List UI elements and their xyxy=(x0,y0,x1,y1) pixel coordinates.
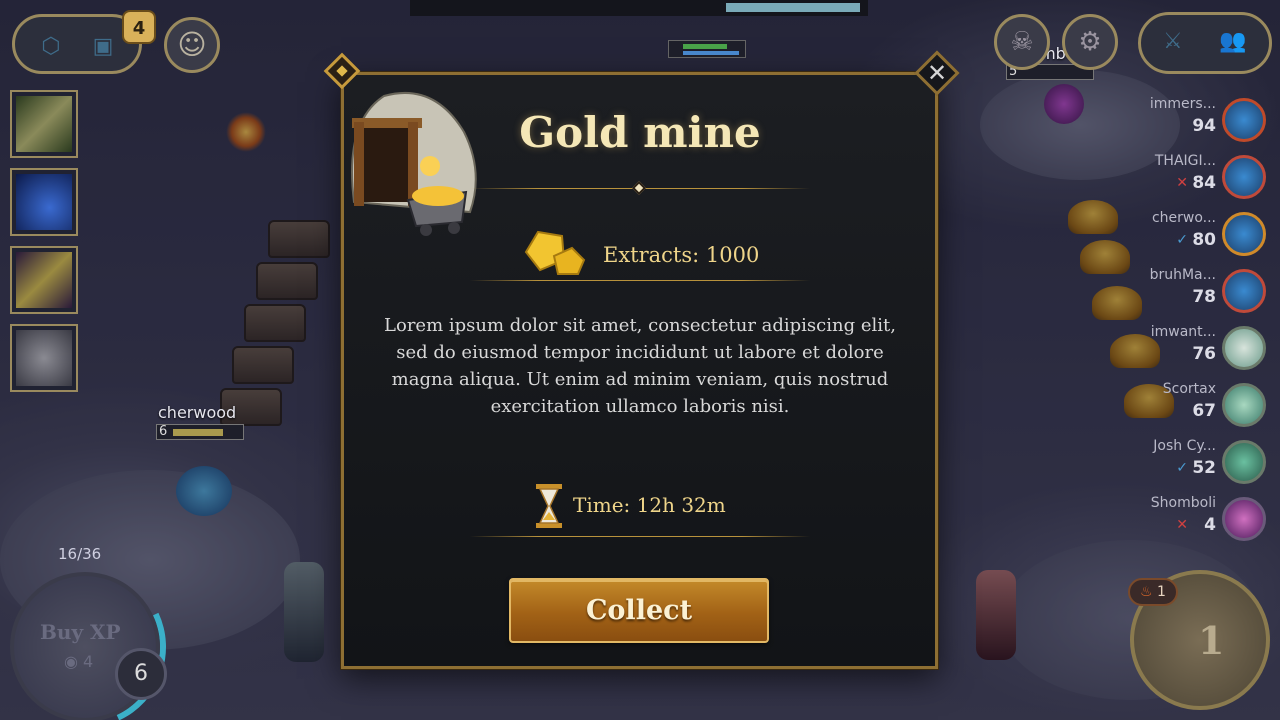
player-avatar xyxy=(1222,98,1266,142)
gold-amount: 1 xyxy=(1198,618,1225,663)
gold-mine-illustration xyxy=(351,92,477,236)
hourglass-icon xyxy=(536,484,562,528)
scoreboard-player-hp: 78 xyxy=(1192,287,1216,307)
bow-icon xyxy=(16,96,72,152)
board-player-level-bar: 6 xyxy=(156,424,244,440)
player-avatar xyxy=(1222,212,1266,256)
buy-xp-cost: ◉ 4 xyxy=(64,652,93,671)
scoreboard-player-hp: 80 xyxy=(1192,230,1216,250)
gloves-icon xyxy=(16,330,72,386)
item-slot-bow[interactable] xyxy=(10,90,78,158)
round-timer-bar xyxy=(410,0,868,16)
sword-icon xyxy=(16,252,72,308)
inventory-icon[interactable]: ▣ xyxy=(83,27,123,67)
collect-button[interactable]: Collect xyxy=(509,578,769,643)
scoreboard-player-hp: 84 xyxy=(1192,173,1216,193)
board-player-level-fill xyxy=(173,429,223,436)
player-avatar xyxy=(1222,155,1266,199)
profile-button[interactable]: ☠ xyxy=(994,14,1050,70)
scoreboard-player-hp: 4 xyxy=(1204,515,1216,535)
item-slot-tear[interactable] xyxy=(10,168,78,236)
group-icon[interactable]: 👥 xyxy=(1219,29,1246,54)
dialog-title: Gold mine xyxy=(519,108,761,157)
mine-entrance xyxy=(358,122,416,202)
buy-xp-cost-value: 4 xyxy=(83,652,94,671)
scoreboard-row[interactable]: Scortax 67 xyxy=(1140,379,1280,437)
extracts-value: Extracts: 1000 xyxy=(603,243,760,267)
scoreboard-row[interactable]: bruhMa... 78 xyxy=(1140,265,1280,323)
scoreboard-row[interactable]: Josh Cy... ✓ 52 xyxy=(1140,436,1280,494)
player-avatar xyxy=(1222,383,1266,427)
gear-icon: ⚙ xyxy=(1078,27,1102,57)
gold-coin-icon: ◉ xyxy=(64,652,84,671)
scoreboard-row[interactable]: Shomboli ✕ 4 xyxy=(1140,493,1280,551)
health-fill xyxy=(683,44,727,49)
loss-icon: ✕ xyxy=(1176,517,1188,533)
fire-icon: ♨ xyxy=(1140,584,1158,600)
extracts-divider xyxy=(470,280,810,281)
scoreboard-player-name: THAIGI... xyxy=(1154,153,1216,169)
dialog-description: Lorem ipsum dolor sit amet, consectetur … xyxy=(384,315,896,417)
mana-fill xyxy=(683,51,739,55)
scoreboard-player-name: Shomboli xyxy=(1150,495,1216,511)
item-slot-sword[interactable] xyxy=(10,246,78,314)
scoreboard-player-hp: 94 xyxy=(1192,116,1216,136)
gold-nugget-icon xyxy=(524,230,586,275)
smiley-icon: ☺ xyxy=(177,28,207,61)
win-icon: ✓ xyxy=(1176,460,1188,476)
scoreboard-player-name: imwant... xyxy=(1150,324,1216,340)
notification-badge: 4 xyxy=(122,10,156,44)
streak-count: 1 xyxy=(1157,584,1166,600)
player-avatar xyxy=(1222,440,1266,484)
loss-icon: ✕ xyxy=(1176,175,1188,191)
tear-icon xyxy=(16,174,72,230)
scoreboard-row[interactable]: imwant... 76 xyxy=(1140,322,1280,380)
board-player-level: 6 xyxy=(159,424,168,439)
time-remaining: Time: 12h 32m xyxy=(573,493,726,517)
win-streak: ♨ 1 xyxy=(1128,578,1178,606)
buy-xp-label: Buy XP xyxy=(40,620,121,644)
scoreboard-row[interactable]: THAIGI... ✕ 84 xyxy=(1140,151,1280,209)
skull-icon: ☠ xyxy=(1010,27,1034,57)
player-avatar xyxy=(1222,326,1266,370)
player-avatar xyxy=(1222,269,1266,313)
emote-button[interactable]: ☺ xyxy=(164,17,220,73)
win-icon: ✓ xyxy=(1176,232,1188,248)
scoreboard-player-name: immers... xyxy=(1149,96,1216,112)
scoreboard-player-hp: 76 xyxy=(1192,344,1216,364)
cart-wheel xyxy=(448,222,460,234)
cart-gold xyxy=(412,186,464,206)
hexagon-icon[interactable]: ⬡ xyxy=(31,27,71,67)
scoreboard-player-hp: 67 xyxy=(1192,401,1216,421)
player-level: 6 xyxy=(115,648,167,700)
scoreboard-row[interactable]: cherwo... ✓ 80 xyxy=(1140,208,1280,266)
item-slot-gloves[interactable] xyxy=(10,324,78,392)
swords-icon[interactable]: ⚔ xyxy=(1163,29,1183,54)
scoreboard-player-name: cherwo... xyxy=(1151,210,1216,226)
scoreboard-player-name: Scortax xyxy=(1162,381,1216,397)
xp-progress: 16/36 xyxy=(58,545,102,563)
scoreboard-player-name: Josh Cy... xyxy=(1153,438,1216,454)
round-timer-fill xyxy=(726,3,860,12)
scoreboard-row[interactable]: immers... 94 xyxy=(1140,94,1280,152)
scoreboard-player-name: bruhMa... xyxy=(1149,267,1216,283)
settings-button[interactable]: ⚙ xyxy=(1062,14,1118,70)
unit-health-bar xyxy=(668,40,746,58)
cart-wheel xyxy=(420,224,432,236)
lantern-glow xyxy=(420,156,440,176)
player-avatar xyxy=(1222,497,1266,541)
close-icon[interactable]: ✕ xyxy=(921,57,953,89)
board-player-name: cherwood xyxy=(158,403,237,422)
time-divider xyxy=(470,536,810,537)
mine-post-left xyxy=(354,122,364,206)
scoreboard-player-hp: 52 xyxy=(1192,458,1216,478)
mode-toggle[interactable]: ⚔ 👥 xyxy=(1138,12,1272,74)
